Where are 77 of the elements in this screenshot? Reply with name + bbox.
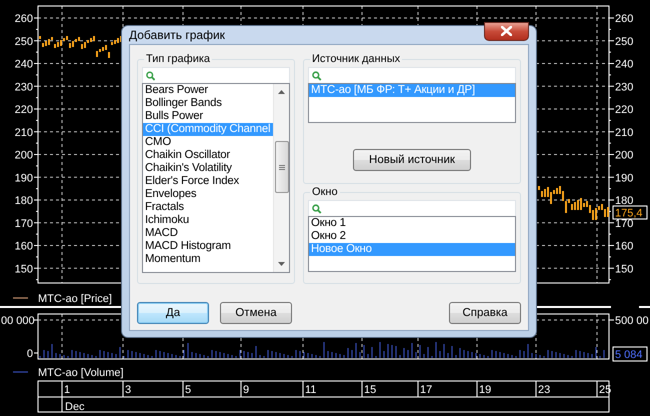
list-item[interactable]: Momentum	[143, 253, 273, 266]
axis-label: 0	[26, 348, 33, 360]
axis-label: 240	[615, 58, 634, 70]
axis-label: 210	[615, 126, 634, 139]
axis-label: 260	[615, 13, 634, 25]
date-label: 3	[125, 384, 132, 396]
axis-label: 200	[14, 150, 33, 162]
search-field[interactable]	[308, 67, 516, 83]
axis-label: 500 00	[615, 315, 649, 327]
scroll-down-icon[interactable]	[278, 262, 285, 266]
close-icon	[501, 26, 512, 36]
search-field[interactable]	[308, 200, 516, 216]
price-marker: 175,4	[612, 206, 648, 220]
axis-label: 150	[14, 263, 33, 276]
list-item[interactable]: Ichimoku	[143, 214, 273, 227]
axis-label: 220	[14, 104, 33, 116]
date-label: 1	[64, 384, 70, 396]
axis-label: 260	[14, 13, 33, 25]
legend-label: MTC-ao [Price]	[38, 293, 112, 305]
axis-label: 190	[615, 172, 634, 184]
list-item[interactable]: Elder's Force Index	[143, 175, 273, 188]
axis-label: 180	[14, 195, 33, 207]
dialog-button[interactable]: Справка	[449, 302, 521, 324]
group-label: Источник данных	[310, 52, 402, 66]
close-button[interactable]	[484, 22, 529, 40]
list-item[interactable]: Chaikin's Volatility	[143, 162, 273, 175]
search-icon	[146, 70, 156, 80]
axis-label: 150	[615, 263, 634, 276]
search-icon	[312, 204, 322, 214]
scrollbar[interactable]	[273, 84, 289, 272]
candlestick	[39, 36, 41, 39]
new-source-button[interactable]: Новый источник	[353, 149, 471, 171]
list-item[interactable]: Envelopes	[143, 188, 273, 201]
legend-label: MTC-ao [Volume]	[38, 367, 124, 379]
list-item[interactable]: Bulls Power	[143, 110, 273, 123]
date-label: 19	[479, 384, 492, 396]
date-label: 5	[185, 384, 192, 396]
date-label: 17	[420, 384, 432, 396]
axis-label: 170	[14, 218, 33, 230]
scrollbar-thumb[interactable]	[275, 141, 289, 193]
date-label: 23	[538, 384, 550, 396]
axis-label: 240	[14, 58, 33, 70]
axis-label: 220	[615, 104, 634, 116]
list-item[interactable]: MACD	[143, 227, 273, 240]
date-label: 11	[305, 384, 316, 396]
dialog-button[interactable]: Отмена	[220, 302, 292, 324]
dialog-button[interactable]: Да	[137, 302, 209, 324]
axis-label: 230	[615, 81, 634, 94]
axis-label: 230	[14, 81, 33, 94]
axis-label: 180	[615, 195, 634, 207]
list-item[interactable]: Bears Power	[143, 84, 273, 97]
list-item[interactable]: Bollinger Bands	[143, 97, 273, 110]
list-item[interactable]: Chaikin Oscillator	[143, 149, 273, 162]
axis-label: 250	[14, 36, 33, 48]
month-label: Dec	[65, 401, 85, 413]
axis-label: 210	[14, 126, 33, 139]
axis-label: 160	[14, 240, 33, 252]
volume-marker: 5 084	[612, 346, 648, 362]
axis-label: 200	[615, 150, 634, 162]
date-label: 9	[243, 384, 250, 396]
grip-icon	[279, 164, 285, 170]
axis-label: 00 000	[1, 315, 35, 327]
list-item[interactable]: Окно 1	[309, 217, 515, 230]
list-item[interactable]: MACD Histogram	[143, 240, 273, 253]
list-item[interactable]: Fractals	[143, 201, 273, 214]
date-label: 15	[364, 384, 376, 396]
scroll-up-icon[interactable]	[278, 90, 285, 94]
group-label: Тип графика	[144, 52, 212, 66]
axis-label: 190	[14, 172, 33, 184]
list-item[interactable]: Окно 2	[309, 230, 515, 243]
axis-label: 250	[615, 36, 634, 48]
axis-label: 160	[615, 240, 634, 252]
window-title: Добавить график	[129, 27, 225, 44]
axis-label: 170	[615, 218, 634, 230]
search-field[interactable]	[142, 67, 290, 83]
list-item[interactable]: CMO	[143, 136, 273, 149]
search-icon	[312, 70, 322, 80]
